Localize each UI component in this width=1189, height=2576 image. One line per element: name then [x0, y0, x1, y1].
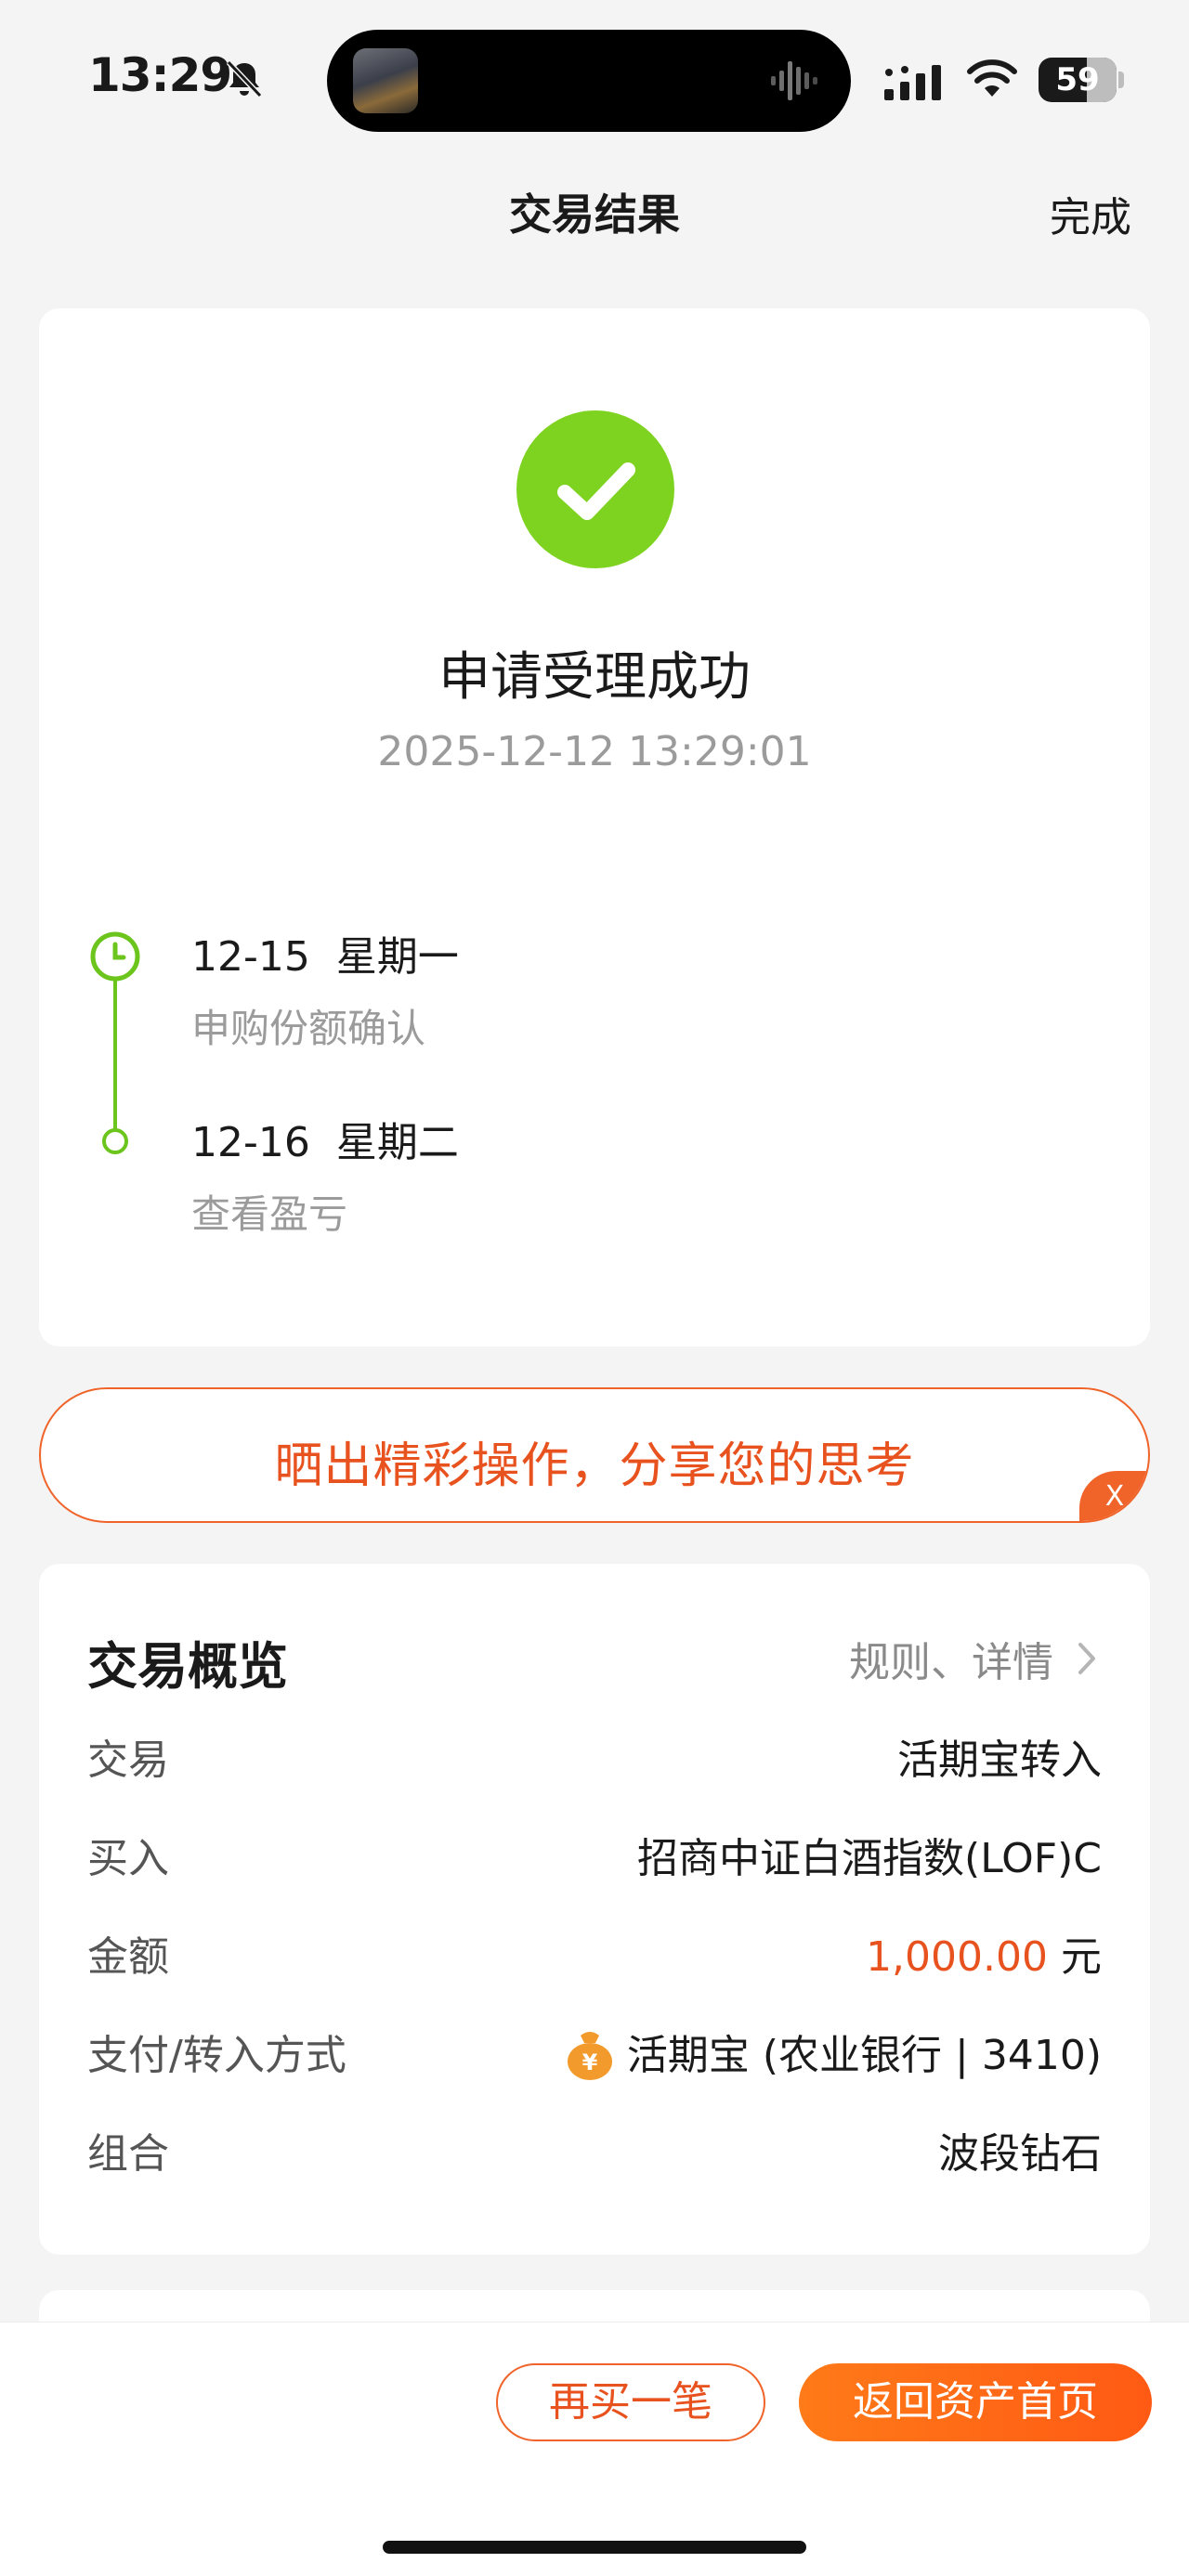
row-label: 组合 [87, 2130, 169, 2178]
overview-title: 交易概览 [87, 1637, 288, 1696]
overview-row-payment: 支付/转入方式 ¥ 活期宝 (农业银行 | 3410) [87, 2026, 1102, 2086]
timeline-desc-2: 查看盈亏 [191, 1191, 348, 1237]
rules-details-label: 规则、详情 [849, 1639, 1053, 1686]
money-bag-icon: ¥ [567, 2032, 612, 2080]
done-button[interactable]: 完成 [1050, 184, 1131, 243]
clock-icon [90, 931, 140, 982]
overview-row-buy: 买入 招商中证白酒指数(LOF)C [87, 1829, 1102, 1889]
overview-row-portfolio: 组合 波段钻石 [87, 2125, 1102, 2184]
now-playing-artwork [353, 48, 418, 113]
overview-row-amount: 金额 1,000.00 元 [87, 1928, 1102, 1987]
chevron-right-icon [1078, 1643, 1095, 1674]
result-status-title: 申请受理成功 [438, 647, 751, 708]
trade-overview-card: 交易概览 规则、详情 交易 活期宝转入 买入 招商中证白酒指数(LOF)C 金额… [39, 1564, 1150, 2255]
row-value: 波段钻石 [938, 2130, 1102, 2178]
wifi-icon [967, 59, 1017, 97]
payment-method-text: 活期宝 (农业银行 | 3410) [626, 2032, 1102, 2079]
trade-result-page: 13:29 59 交易结果 完成 申请受理成功 2025-12-12 13:29… [0, 0, 1189, 2576]
bottom-action-bar: 再买一笔 返回资产首页 [0, 2322, 1189, 2576]
page-title: 交易结果 [509, 189, 680, 240]
bell-muted-icon [226, 59, 263, 98]
svg-text:¥: ¥ [582, 2049, 598, 2075]
payment-method: ¥ 活期宝 (农业银行 | 3410) [562, 2026, 1102, 2086]
status-bar: 13:29 59 [0, 0, 1189, 158]
share-banner[interactable]: 晒出精彩操作，分享您的思考 X [39, 1387, 1150, 1523]
share-banner-text: 晒出精彩操作，分享您的思考 [274, 1438, 915, 1494]
rules-details-link[interactable]: 规则、详情 [849, 1629, 1096, 1688]
row-label: 买入 [87, 1835, 169, 1882]
success-check-icon [516, 410, 674, 568]
home-indicator[interactable] [383, 2541, 806, 2554]
row-label: 金额 [87, 1933, 169, 1981]
timeline-date-1: 12-15 星期一 [191, 933, 459, 981]
timeline-date-2: 12-16 星期二 [191, 1119, 459, 1166]
amount-number: 1,000.00 [866, 1933, 1048, 1981]
amount-value: 1,000.00 元 [866, 1928, 1102, 1987]
signal-icon [884, 65, 941, 100]
result-timestamp: 2025-12-12 13:29:01 [377, 728, 812, 775]
timeline-connector [113, 958, 117, 1135]
status-time: 13:29 [88, 48, 232, 102]
overview-row-trade: 交易 活期宝转入 [87, 1731, 1102, 1790]
dynamic-island [327, 30, 851, 132]
row-label: 支付/转入方式 [87, 2032, 346, 2079]
fund-name: 招商中证白酒指数(LOF)C [637, 1835, 1102, 1882]
battery-level: 59 [1055, 61, 1100, 98]
row-label: 交易 [87, 1737, 169, 1784]
battery-icon: 59 [1039, 58, 1124, 102]
back-to-assets-button[interactable]: 返回资产首页 [799, 2363, 1152, 2441]
timeline-desc-1: 申购份额确认 [191, 1006, 426, 1051]
buy-again-button[interactable]: 再买一笔 [496, 2363, 765, 2441]
audio-wave-icon [771, 61, 817, 100]
timeline-dot-icon [102, 1128, 128, 1154]
row-value: 活期宝转入 [897, 1737, 1102, 1784]
result-card: 申请受理成功 2025-12-12 13:29:01 12-15 星期一 申购份… [39, 308, 1150, 1347]
amount-unit: 元 [1048, 1933, 1102, 1981]
